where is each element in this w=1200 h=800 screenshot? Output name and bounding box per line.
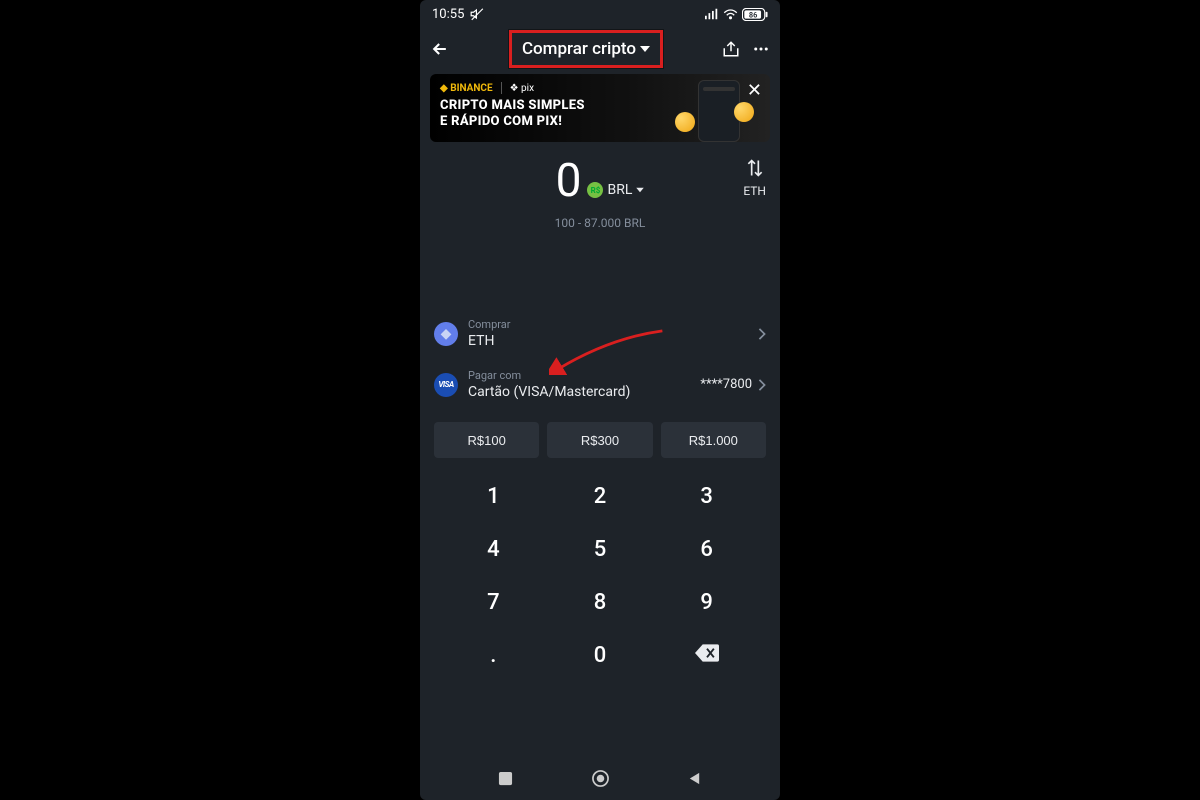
key-8[interactable]: 8 <box>557 586 644 619</box>
key-3[interactable]: 3 <box>663 480 750 513</box>
caret-down-icon <box>640 45 650 53</box>
key-4[interactable]: 4 <box>450 533 537 566</box>
nav-bar: Comprar cripto <box>420 28 780 70</box>
buy-row-value: ETH <box>468 333 748 349</box>
promo-banner[interactable]: ◆ BINANCE ❖ pix CRIPTO MAIS SIMPLESE RÁP… <box>430 74 770 142</box>
recent-apps-icon[interactable] <box>498 771 513 786</box>
status-time: 10:55 <box>432 7 464 22</box>
wifi-icon <box>723 8 738 20</box>
phone-frame: 10:55 86 Comprar cripto ◆ BINANCE ❖ pix <box>420 0 780 800</box>
key-5[interactable]: 5 <box>557 533 644 566</box>
svg-text:86: 86 <box>749 10 757 19</box>
key-backspace[interactable] <box>663 639 750 672</box>
amount-section: 0 R$ BRL ETH 100 - 87.000 BRL <box>420 150 780 230</box>
mute-icon <box>470 7 484 21</box>
coin-icon <box>675 112 695 132</box>
back-icon[interactable] <box>430 39 450 59</box>
quick-amounts: R$100 R$300 R$1.000 <box>420 410 780 466</box>
home-icon[interactable] <box>592 770 609 787</box>
battery-icon: 86 <box>742 8 768 21</box>
caret-down-icon <box>636 187 644 193</box>
buy-row-label: Comprar <box>468 318 748 331</box>
banner-brand2: pix <box>521 83 534 94</box>
visa-icon: VISA <box>434 373 458 397</box>
currency-selector[interactable]: R$ BRL <box>587 182 644 198</box>
key-1[interactable]: 1 <box>450 480 537 513</box>
key-6[interactable]: 6 <box>663 533 750 566</box>
key-2[interactable]: 2 <box>557 480 644 513</box>
page-title: Comprar cripto <box>522 39 636 59</box>
quick-amount-300[interactable]: R$300 <box>547 422 652 458</box>
signal-icon <box>705 8 719 20</box>
amount-value: 0 <box>556 154 582 208</box>
back-system-icon[interactable] <box>687 771 702 786</box>
more-icon[interactable] <box>752 40 770 58</box>
key-dot[interactable]: . <box>450 639 537 672</box>
page-title-dropdown[interactable]: Comprar cripto <box>509 30 663 68</box>
swap-button[interactable]: ETH <box>743 158 766 198</box>
amount-range-hint: 100 - 87.000 BRL <box>434 216 766 230</box>
currency-label: BRL <box>607 182 632 198</box>
android-nav-bar <box>420 762 780 794</box>
backspace-icon <box>695 644 719 662</box>
quick-amount-100[interactable]: R$100 <box>434 422 539 458</box>
eth-icon: ◆ <box>434 322 458 346</box>
swap-target-label: ETH <box>743 184 766 198</box>
status-bar: 10:55 86 <box>420 0 780 28</box>
card-last-digits: ****7800 <box>700 377 752 392</box>
numeric-keypad: 1 2 3 4 5 6 7 8 9 . 0 <box>420 466 780 678</box>
key-0[interactable]: 0 <box>557 639 644 672</box>
chevron-right-icon <box>758 328 766 340</box>
share-icon[interactable] <box>722 40 740 58</box>
key-7[interactable]: 7 <box>450 586 537 619</box>
coin-icon <box>734 102 754 122</box>
chevron-right-icon <box>758 379 766 391</box>
buy-asset-row[interactable]: ◆ Comprar ETH <box>434 308 766 359</box>
pay-with-row[interactable]: VISA Pagar com Cartão (VISA/Mastercard) … <box>434 359 766 410</box>
brl-icon: R$ <box>587 182 603 198</box>
banner-brand1: BINANCE <box>450 83 492 94</box>
swap-icon <box>745 158 765 178</box>
pay-row-value: Cartão (VISA/Mastercard) <box>468 384 690 400</box>
quick-amount-1000[interactable]: R$1.000 <box>661 422 766 458</box>
close-icon[interactable]: ✕ <box>747 80 762 101</box>
key-9[interactable]: 9 <box>663 586 750 619</box>
pay-row-label: Pagar com <box>468 369 690 382</box>
